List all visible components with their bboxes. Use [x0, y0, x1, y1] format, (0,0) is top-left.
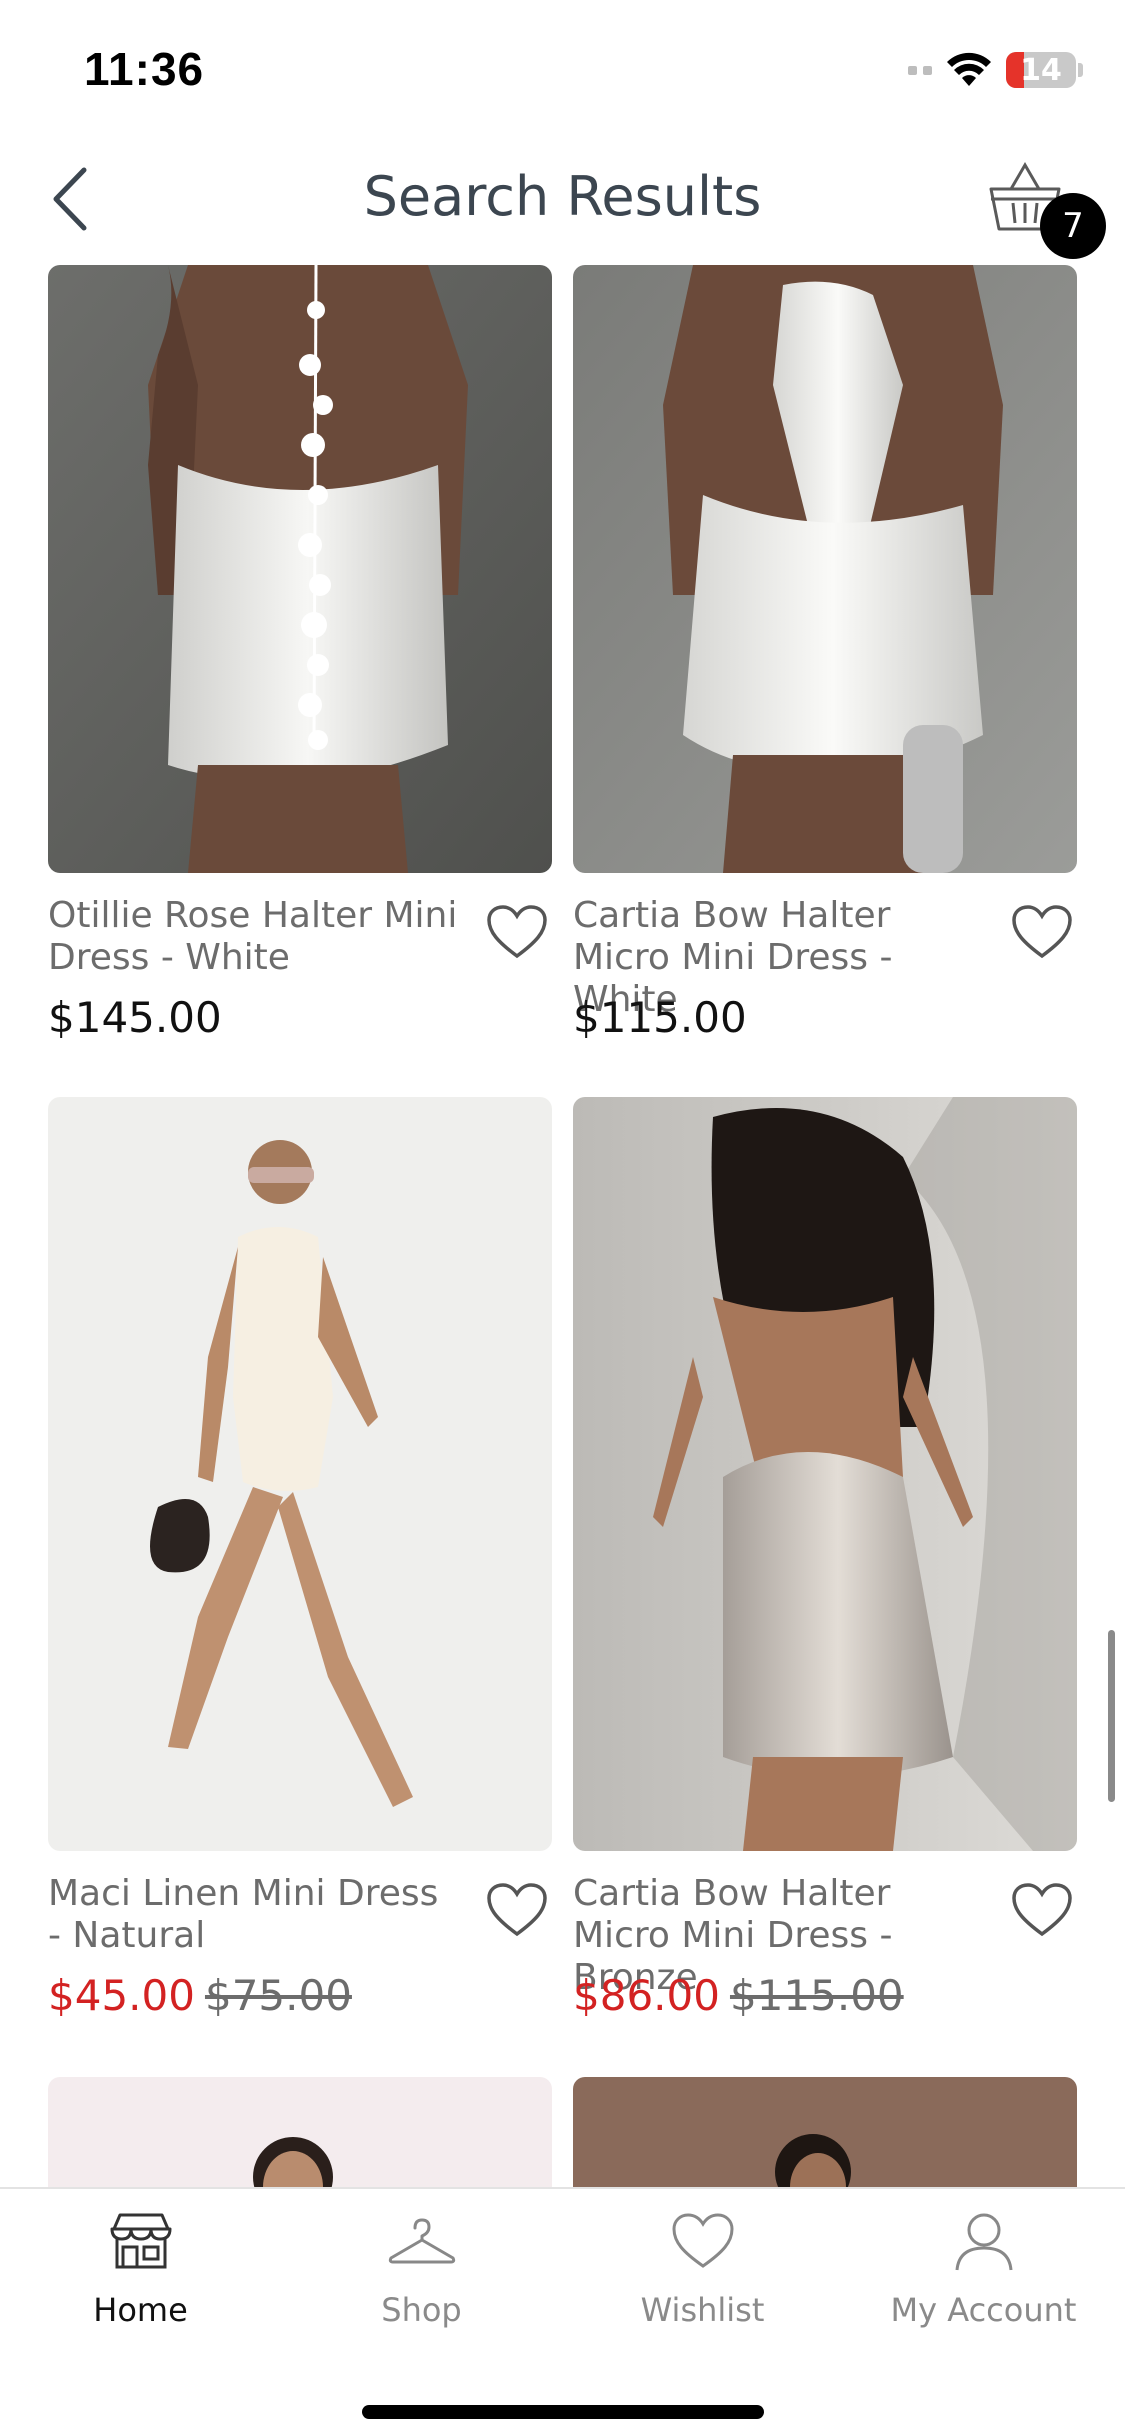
person-icon	[955, 2213, 1012, 2271]
price-row: $86.00 $115.00	[573, 1971, 904, 2020]
product-name[interactable]: Otillie Rose Halter Mini Dress - White	[48, 895, 458, 979]
original-price: $75.00	[204, 1971, 352, 2020]
battery-level: 14	[1020, 52, 1062, 88]
heart-icon	[487, 905, 547, 959]
wishlist-button[interactable]	[1007, 1878, 1077, 1942]
status-bar: 11:36 14	[0, 0, 1125, 135]
product-card[interactable]	[48, 2077, 552, 2187]
hanger-icon	[388, 2218, 455, 2264]
original-price: $115.00	[729, 1971, 904, 2020]
product-image[interactable]	[48, 2077, 552, 2187]
tab-bar: Home Shop Wishlist My Account	[0, 2187, 1125, 2436]
tab-label: Home	[93, 2291, 188, 2329]
wishlist-button[interactable]	[482, 1878, 552, 1942]
heart-icon	[1012, 1883, 1072, 1937]
tab-label: My Account	[890, 2291, 1077, 2329]
wishlist-button[interactable]	[482, 900, 552, 964]
sale-price: $45.00	[48, 1971, 195, 2020]
home-indicator	[362, 2405, 764, 2419]
product-grid: Otillie Rose Halter Mini Dress - White $…	[0, 265, 1125, 2187]
product-card[interactable]	[573, 2077, 1077, 2187]
battery-icon: 14	[1006, 52, 1076, 88]
product-image[interactable]	[573, 2077, 1077, 2187]
scrollbar[interactable]	[1108, 1630, 1115, 1802]
product-card[interactable]: Maci Linen Mini Dress - Natural $45.00 $7…	[48, 1097, 552, 2020]
heart-icon	[1012, 905, 1072, 959]
tab-home[interactable]: Home	[0, 2209, 281, 2349]
cellular-signal-icon	[908, 65, 932, 75]
product-price: $145.00	[48, 993, 222, 1042]
basket-count-badge: 7	[1040, 193, 1106, 259]
storefront-icon	[110, 2213, 171, 2269]
price-row: $145.00	[48, 993, 222, 1042]
nav-header: Search Results 7	[0, 135, 1125, 265]
product-name[interactable]: Maci Linen Mini Dress - Natural	[48, 1873, 458, 1957]
sale-price: $86.00	[573, 1971, 720, 2020]
tab-label: Shop	[381, 2291, 462, 2329]
product-image[interactable]	[48, 1097, 552, 1851]
status-time: 11:36	[84, 43, 205, 95]
product-image[interactable]	[573, 265, 1077, 873]
price-row: $45.00 $75.00	[48, 1971, 352, 2020]
status-indicators: 14	[908, 48, 1083, 92]
tab-wishlist[interactable]: Wishlist	[562, 2209, 843, 2349]
heart-icon	[671, 2213, 734, 2268]
product-card[interactable]: Cartia Bow Halter Micro Mini Dress - Whi…	[573, 265, 1077, 1042]
product-card[interactable]: Cartia Bow Halter Micro Mini Dress - Bro…	[573, 1097, 1077, 2020]
tab-my-account[interactable]: My Account	[843, 2209, 1124, 2349]
heart-icon	[487, 1883, 547, 1937]
tab-shop[interactable]: Shop	[281, 2209, 562, 2349]
product-price: $115.00	[573, 993, 747, 1042]
page-title: Search Results	[363, 165, 762, 228]
wifi-icon	[947, 52, 991, 86]
product-image[interactable]	[48, 265, 552, 873]
tab-label: Wishlist	[640, 2291, 765, 2329]
price-row: $115.00	[573, 993, 747, 1042]
product-card[interactable]: Otillie Rose Halter Mini Dress - White $…	[48, 265, 552, 1042]
wishlist-button[interactable]	[1007, 900, 1077, 964]
product-image[interactable]	[573, 1097, 1077, 1851]
